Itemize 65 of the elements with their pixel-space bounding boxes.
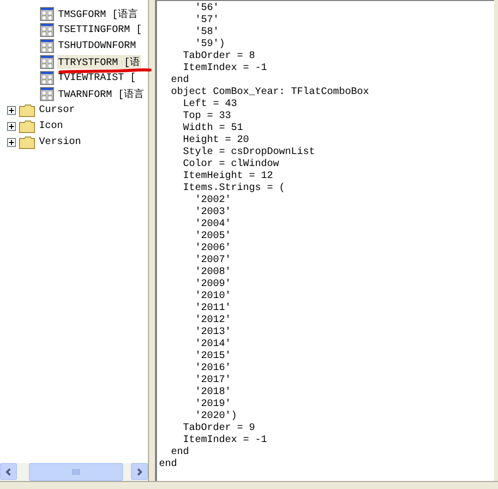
scroll-left-button[interactable] bbox=[0, 463, 17, 480]
form-icon bbox=[40, 87, 54, 101]
folder-icon bbox=[19, 104, 35, 116]
code-line: '2009' bbox=[194, 279, 232, 290]
code-line: Top = 33 bbox=[182, 111, 232, 122]
expand-icon[interactable] bbox=[7, 122, 16, 130]
code-line: ItemIndex = -1 bbox=[182, 63, 268, 74]
form-icon bbox=[40, 71, 54, 85]
code-line: '2012' bbox=[194, 315, 232, 326]
code-line: object ComBox_Year: TFlatComboBox bbox=[170, 87, 370, 98]
code-line: TabOrder = 8 bbox=[182, 51, 256, 62]
code-line: '2002' bbox=[194, 195, 232, 206]
tree-item[interactable]: TSETTINGFORM [ bbox=[57, 24, 144, 36]
tree-item[interactable]: Version bbox=[38, 136, 82, 148]
scroll-thumb[interactable] bbox=[29, 463, 123, 481]
code-line: '56' bbox=[194, 3, 220, 14]
code-line: Color = clWindow bbox=[182, 159, 280, 170]
tree-item[interactable]: TMSGFORM [语言 bbox=[57, 7, 140, 21]
code-line: end bbox=[170, 447, 190, 458]
code-line: '58' bbox=[194, 27, 220, 38]
code-line: '2005' bbox=[194, 231, 232, 242]
code-line: '59') bbox=[194, 39, 226, 50]
code-line: '2015' bbox=[194, 351, 232, 362]
code-line: '2011' bbox=[194, 303, 232, 314]
code-line: TabOrder = 9 bbox=[182, 423, 256, 434]
code-line: '2020') bbox=[194, 411, 238, 422]
code-editor[interactable] bbox=[155, 0, 494, 481]
code-line: '2006' bbox=[194, 243, 232, 254]
code-line: end bbox=[159, 459, 178, 471]
scroll-right-button[interactable] bbox=[131, 463, 148, 480]
code-line: Height = 20 bbox=[182, 135, 250, 146]
horizontal-scrollbar[interactable] bbox=[0, 463, 148, 481]
form-icon bbox=[40, 23, 54, 37]
code-line: '57' bbox=[194, 15, 220, 26]
code-line: '2008' bbox=[194, 267, 232, 278]
tree-item[interactable]: TVIEWTRAIST [ bbox=[57, 72, 138, 84]
form-icon bbox=[40, 7, 54, 21]
code-line: '2018' bbox=[194, 387, 232, 398]
code-line: '2004' bbox=[194, 219, 232, 230]
tree-item[interactable]: TWARNFORM [语言 bbox=[57, 87, 146, 101]
code-line: '2010' bbox=[194, 291, 232, 302]
code-line: '2003' bbox=[194, 207, 232, 218]
tree-item[interactable]: TSHUTDOWNFORM bbox=[57, 40, 138, 52]
form-icon bbox=[40, 39, 54, 53]
code-line: '2019' bbox=[194, 399, 232, 410]
code-line: Left = 43 bbox=[182, 99, 238, 111]
folder-icon bbox=[19, 136, 35, 148]
code-line: '2014' bbox=[194, 339, 232, 350]
code-line: Style = csDropDownList bbox=[182, 147, 316, 158]
tree-item[interactable]: Cursor bbox=[38, 104, 76, 116]
tree-item[interactable]: Icon bbox=[38, 120, 64, 132]
code-line: '2016' bbox=[194, 363, 232, 374]
expand-icon[interactable] bbox=[7, 106, 16, 114]
expand-icon[interactable] bbox=[7, 138, 16, 146]
code-line: end bbox=[170, 75, 190, 86]
code-line: '2007' bbox=[194, 255, 232, 266]
code-line: Items.Strings = ( bbox=[182, 183, 286, 194]
form-icon bbox=[40, 55, 54, 69]
folder-icon bbox=[19, 120, 35, 132]
code-line: Width = 51 bbox=[182, 123, 244, 134]
code-line: '2017' bbox=[194, 375, 232, 386]
tree-item[interactable]: TTRYSTFORM [语 bbox=[57, 55, 142, 69]
code-line: ItemIndex = -1 bbox=[182, 435, 268, 446]
code-line: '2013' bbox=[194, 327, 232, 338]
code-line: ItemHeight = 12 bbox=[182, 171, 274, 182]
